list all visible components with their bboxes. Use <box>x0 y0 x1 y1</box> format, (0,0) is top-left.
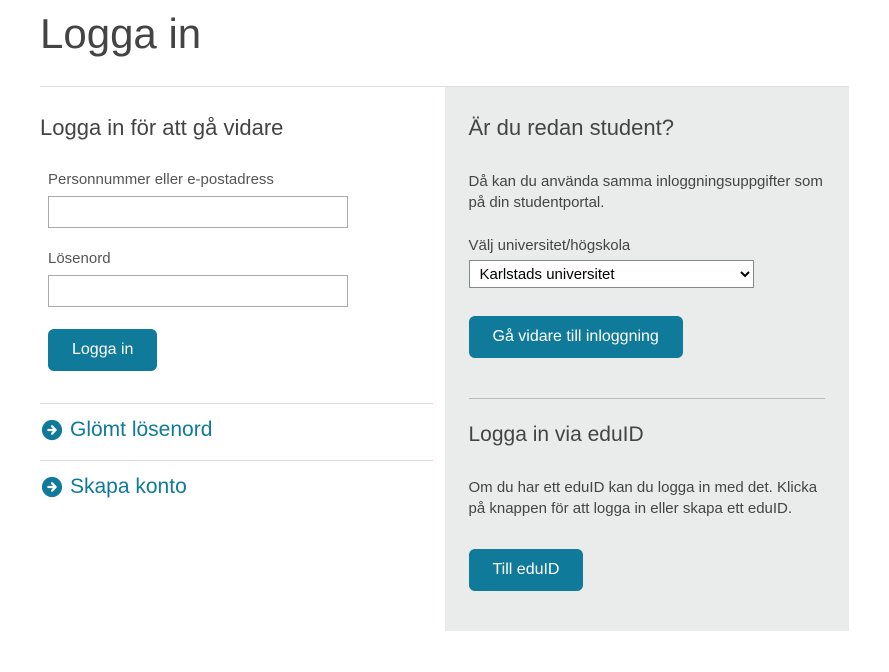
arrow-right-icon <box>40 475 64 499</box>
student-intro: Då kan du använda samma inloggningsuppgi… <box>469 171 826 213</box>
student-panel: Är du redan student? Då kan du använda s… <box>445 87 850 631</box>
create-account-label: Skapa konto <box>70 475 187 499</box>
password-label: Lösenord <box>48 250 433 267</box>
page-title: Logga in <box>40 10 849 66</box>
user-input[interactable] <box>48 196 348 228</box>
user-label: Personnummer eller e-postadress <box>48 171 433 188</box>
student-heading: Är du redan student? <box>469 115 826 141</box>
arrow-right-icon <box>40 418 64 442</box>
login-form: Personnummer eller e-postadress Lösenord… <box>40 171 433 371</box>
login-heading: Logga in för att gå vidare <box>40 115 433 141</box>
university-label: Välj universitet/högskola <box>469 237 826 254</box>
forgot-password-label: Glömt lösenord <box>70 418 212 442</box>
password-input[interactable] <box>48 275 348 307</box>
eduid-button[interactable]: Till eduID <box>469 549 584 591</box>
login-form-panel: Logga in för att gå vidare Personnummer … <box>40 87 445 631</box>
eduid-text: Om du har ett eduID kan du logga in med … <box>469 477 826 519</box>
create-account-row: Skapa konto <box>40 460 433 517</box>
main-columns: Logga in för att gå vidare Personnummer … <box>40 87 849 631</box>
go-to-login-button[interactable]: Gå vidare till inloggning <box>469 316 683 358</box>
university-select[interactable]: Karlstads universitet <box>469 260 754 288</box>
create-account-link[interactable]: Skapa konto <box>40 475 187 499</box>
forgot-password-row: Glömt lösenord <box>40 403 433 460</box>
forgot-password-link[interactable]: Glömt lösenord <box>40 418 212 442</box>
right-divider <box>469 398 826 399</box>
login-button[interactable]: Logga in <box>48 329 157 371</box>
eduid-heading: Logga in via eduID <box>469 423 826 447</box>
help-links: Glömt lösenord Skapa konto <box>40 403 433 517</box>
